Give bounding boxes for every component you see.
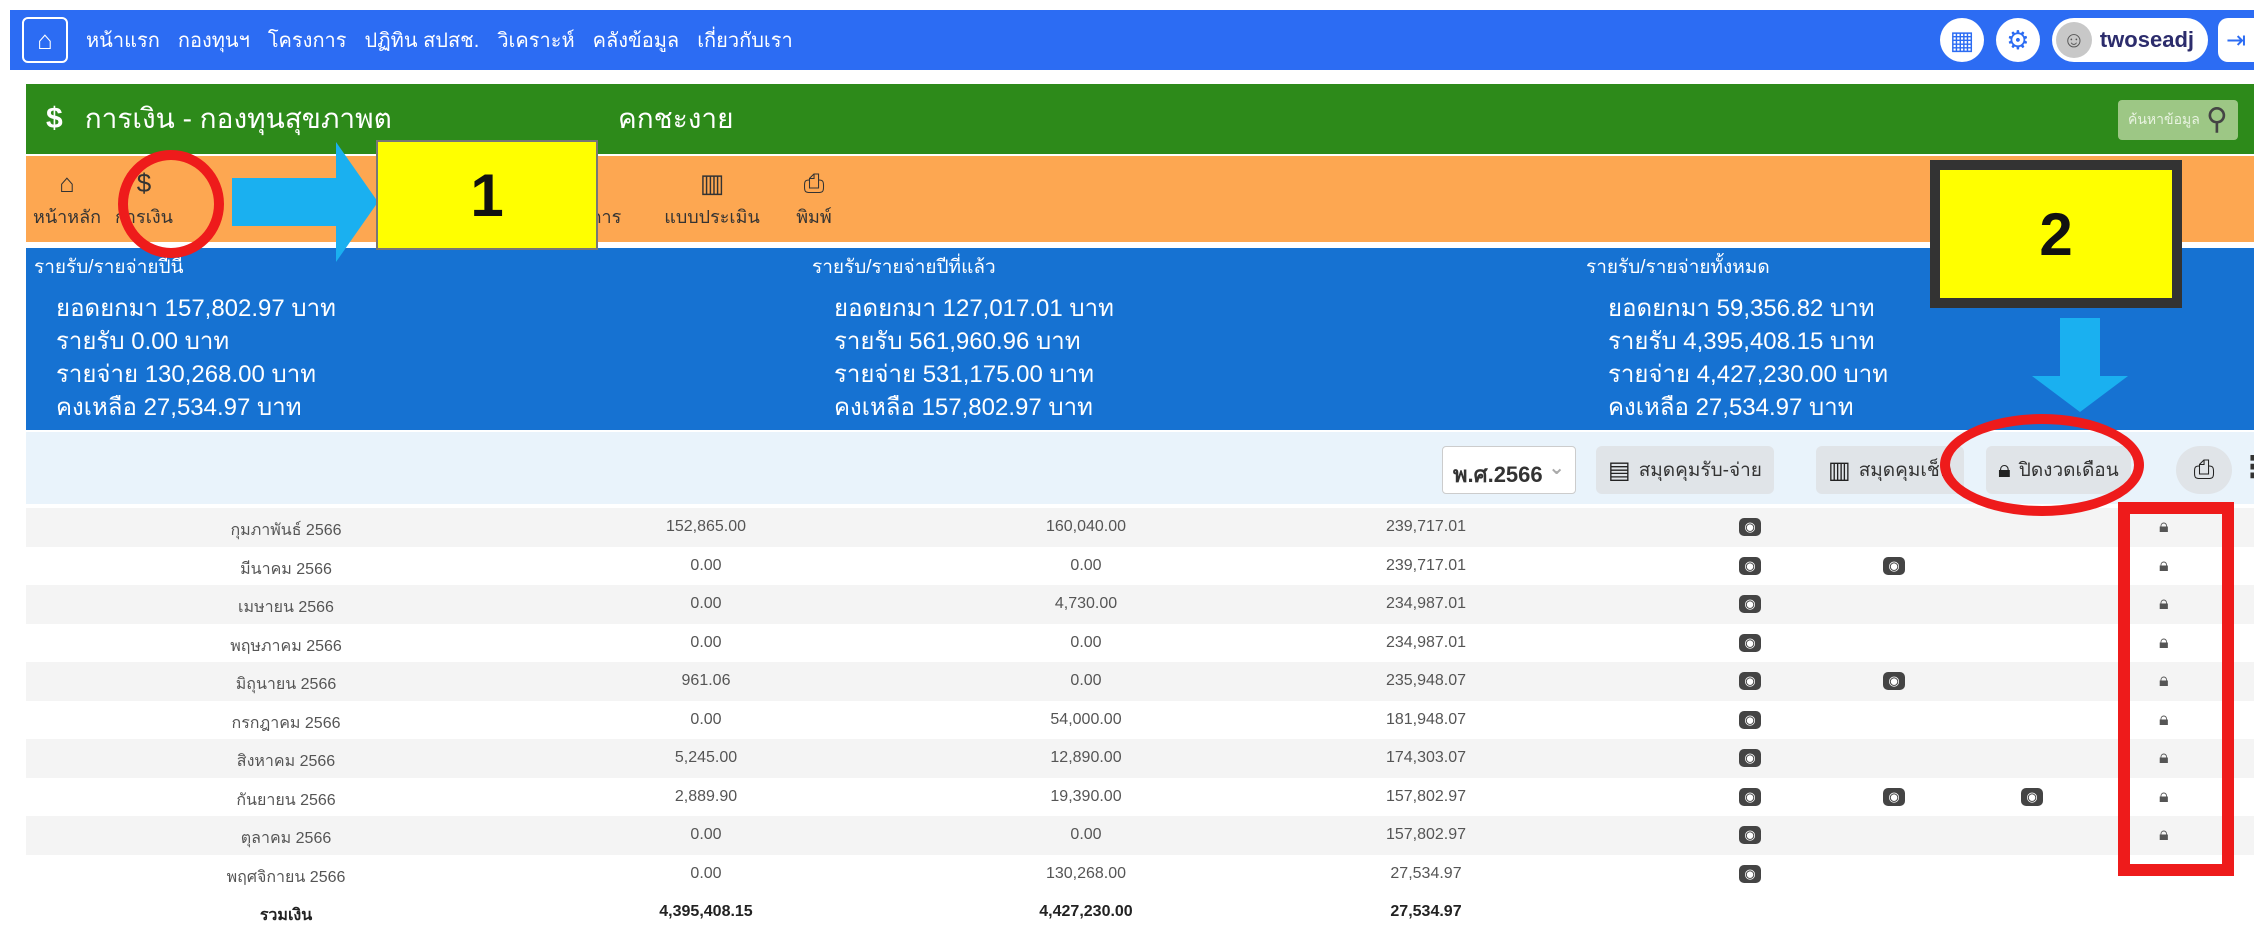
annotation-step-2: 2 [1930,160,2182,308]
app-window: { "nav": { "menu": ["หน้าแรก", "กองทุนฯ"… [0,0,2254,927]
highlight-circle-finance [118,150,224,258]
arrow-2-icon [2032,376,2128,412]
arrow-1-icon [232,142,378,262]
highlight-circle-close-period [1940,414,2144,516]
highlight-rect-lock-column [2118,502,2234,876]
annotation-arrows [232,142,2128,412]
annotation-step-1: 1 [376,140,598,250]
arrow-2-shaft [2060,318,2100,378]
